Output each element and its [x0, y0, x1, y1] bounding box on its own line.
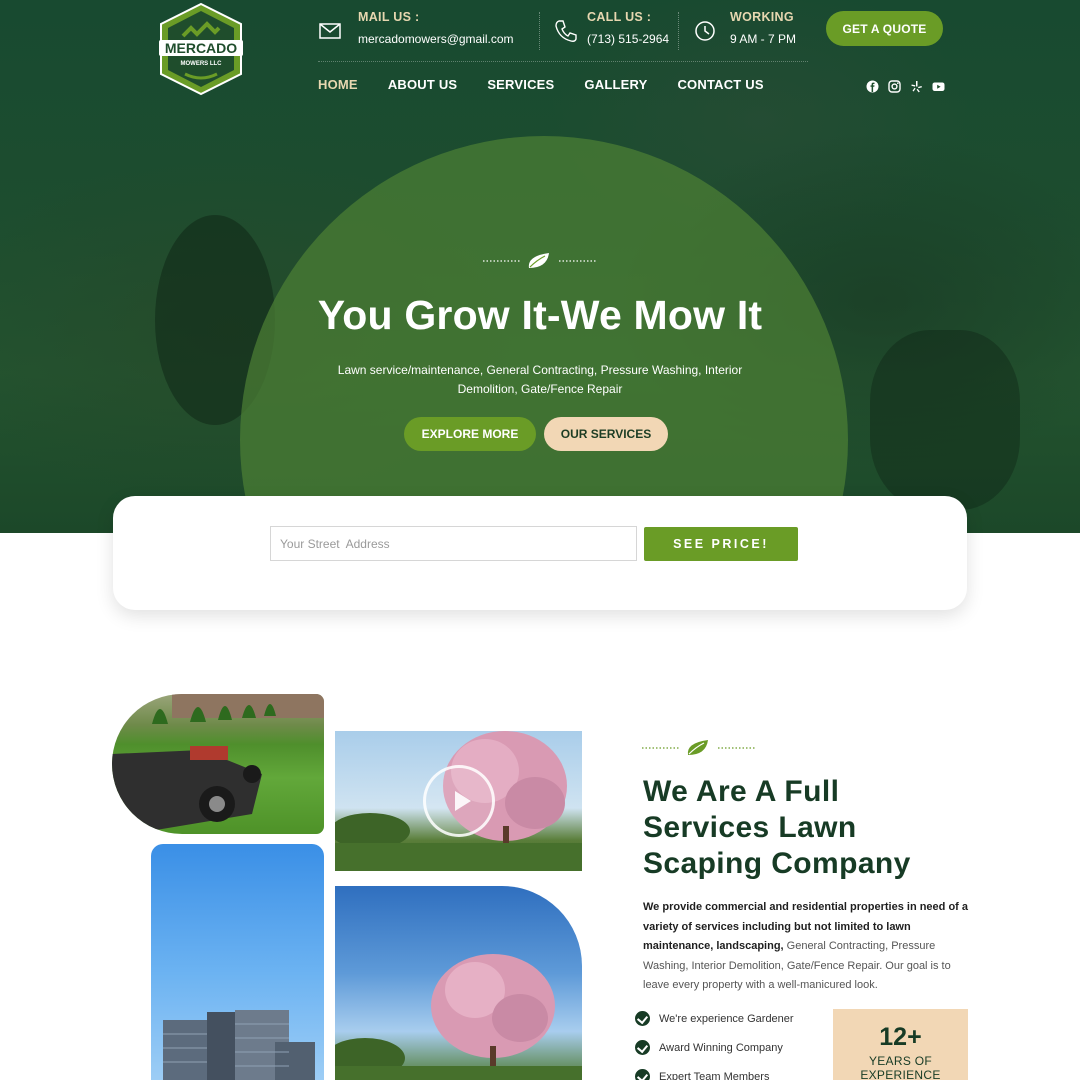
call-title: CALL US : — [587, 10, 652, 24]
street-address-input[interactable] — [270, 526, 637, 561]
header-divider — [318, 61, 808, 62]
get-quote-button[interactable]: GET A QUOTE — [826, 11, 943, 46]
list-item: Award Winning Company — [635, 1033, 794, 1062]
hero-background-mower-right — [870, 330, 1020, 510]
check-circle-icon — [635, 1040, 650, 1055]
mail-title: MAIL US : — [358, 10, 420, 24]
list-item: We're experience Gardener — [635, 1004, 794, 1033]
play-video-icon[interactable] — [423, 765, 495, 837]
our-services-button[interactable]: OUR SERVICES — [544, 417, 668, 451]
contact-mail[interactable]: MAIL US : mercadomowers@gmail.com — [318, 10, 514, 46]
mail-icon — [319, 23, 341, 39]
hero-title: You Grow It-We Mow It — [317, 292, 763, 338]
list-item: Expert Team Members — [635, 1062, 794, 1080]
yelp-icon[interactable] — [910, 80, 923, 93]
price-quote-card: SEE PRICE! — [113, 496, 967, 610]
see-price-button[interactable]: SEE PRICE! — [644, 527, 798, 561]
check-circle-icon — [635, 1011, 650, 1026]
phone-icon — [555, 20, 577, 42]
explore-more-button[interactable]: EXPLORE MORE — [404, 417, 536, 451]
logo-text: MERCADO — [165, 40, 237, 56]
social-links — [866, 80, 954, 93]
clock-icon — [695, 21, 715, 41]
call-value[interactable]: (713) 515-2964 — [587, 32, 669, 46]
nav-home[interactable]: HOME — [318, 77, 358, 92]
lawn-mower-photo — [112, 694, 324, 834]
nav-gallery[interactable]: GALLERY — [584, 77, 647, 92]
contact-divider — [678, 12, 679, 50]
check-label: Award Winning Company — [659, 1041, 783, 1054]
site-logo[interactable]: MERCADO MOWERS LLC — [157, 2, 245, 96]
nav-contact-us[interactable]: CONTACT US — [677, 77, 763, 92]
hero-subtitle: Lawn service/maintenance, General Contra… — [337, 363, 743, 396]
contact-phone[interactable]: CALL US : (713) 515-2964 — [553, 10, 669, 46]
check-label: We're experience Gardener — [659, 1012, 794, 1025]
feature-checklist: We're experience Gardener Award Winning … — [635, 1004, 794, 1080]
nav-about-us[interactable]: ABOUT US — [388, 77, 458, 92]
work-title: WORKING — [730, 10, 794, 24]
city-buildings-photo — [151, 844, 324, 1080]
experience-number: 12+ — [879, 1023, 922, 1051]
about-title: We Are A Full Services Lawn Scaping Comp… — [643, 775, 911, 880]
check-label: Expert Team Members — [659, 1070, 770, 1080]
work-value: 9 AM - 7 PM — [730, 32, 797, 46]
blossom-tree-photo — [335, 886, 582, 1080]
check-circle-icon — [635, 1069, 650, 1080]
mail-value[interactable]: mercadomowers@gmail.com — [358, 32, 514, 46]
about-description: We provide commercial and residential pr… — [643, 898, 968, 996]
facebook-icon[interactable] — [866, 80, 879, 93]
leaf-divider-icon — [642, 740, 756, 755]
contact-divider — [539, 12, 540, 50]
leaf-divider-icon — [483, 253, 597, 268]
contact-hours: WORKING 9 AM - 7 PM — [693, 10, 796, 46]
instagram-icon[interactable] — [888, 80, 901, 93]
nav-services[interactable]: SERVICES — [487, 77, 554, 92]
logo-subtext: MOWERS LLC — [181, 61, 223, 67]
main-nav: HOME ABOUT US SERVICES GALLERY CONTACT U… — [318, 77, 794, 92]
experience-label: YEARS OF EXPERIENCE — [860, 1054, 941, 1080]
youtube-icon[interactable] — [932, 80, 945, 93]
experience-badge: 12+ YEARS OF EXPERIENCE — [833, 1009, 968, 1080]
